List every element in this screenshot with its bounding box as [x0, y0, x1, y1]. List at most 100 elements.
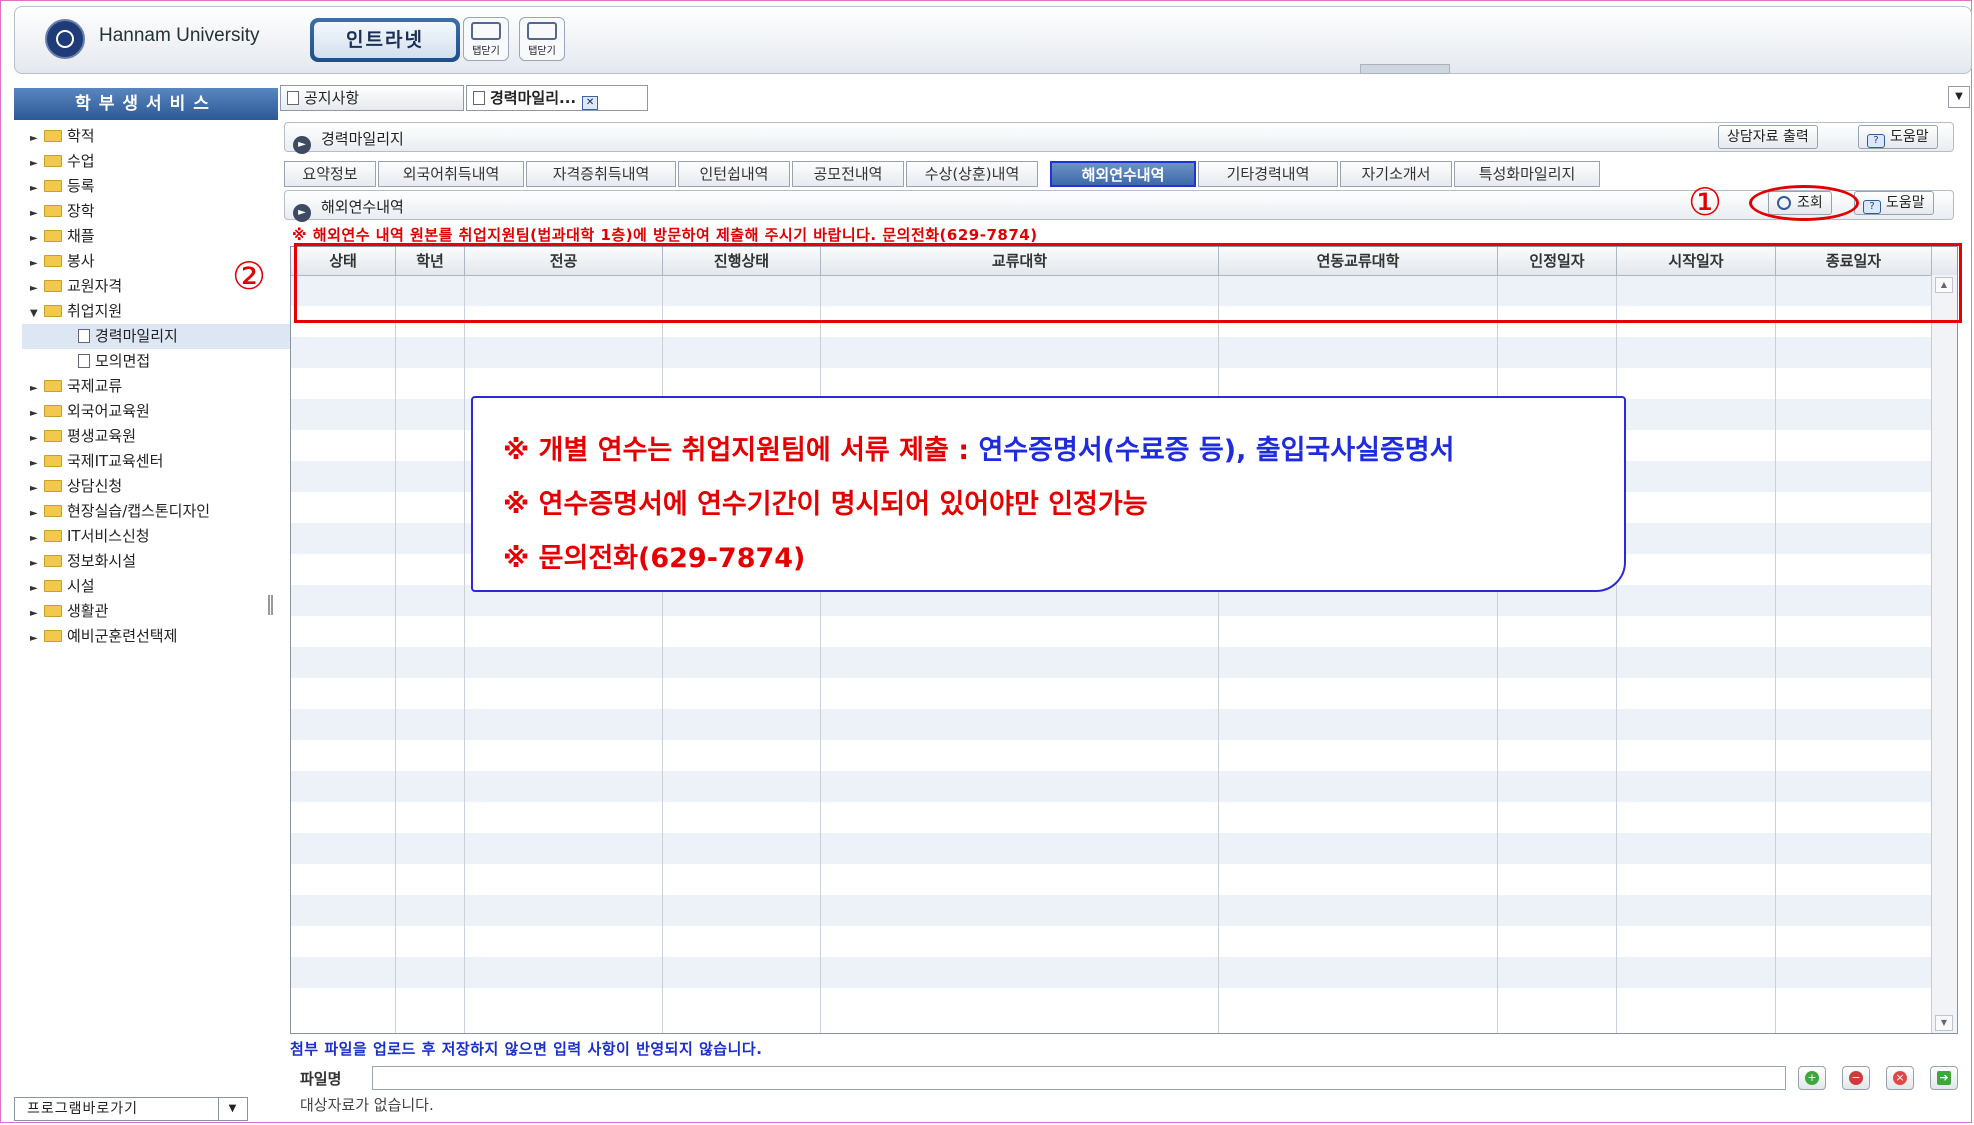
sidebar-item-academic[interactable]: ► 학적 — [30, 124, 280, 149]
page-icon — [78, 354, 90, 368]
download-file-button[interactable]: ➔ — [1930, 1066, 1958, 1090]
expand-arrow-icon: ► — [30, 558, 38, 569]
sidebar-item-intl-it-center[interactable]: ► 국제IT교육센터 — [30, 449, 280, 474]
tab-close-all-button[interactable]: 탭닫기 — [519, 17, 565, 61]
sidebar-resize-handle[interactable] — [268, 595, 273, 615]
scroll-down-icon[interactable]: ▼ — [1935, 1015, 1953, 1031]
sidebar-item-it-service[interactable]: ► IT서비스신청 — [30, 524, 280, 549]
tab-label: 공지사항 — [304, 89, 360, 107]
expand-arrow-icon: ► — [30, 133, 38, 144]
expand-arrow-icon: ► — [30, 633, 38, 644]
tab-list-dropdown[interactable]: ▼ — [1948, 86, 1970, 108]
grid-row-stripe — [291, 647, 1931, 678]
sidebar-item-label: 외국어교육원 — [67, 402, 150, 420]
subtab-other-career[interactable]: 기타경력내역 — [1198, 161, 1338, 187]
subtab-overseas-training[interactable]: 해외연수내역 — [1050, 161, 1196, 187]
folder-icon — [44, 480, 62, 492]
grid-row-stripe — [291, 771, 1931, 802]
university-logo-icon — [45, 19, 85, 59]
sidebar-item-scholarship[interactable]: ► 장학 — [30, 199, 280, 224]
delete-file-button[interactable]: × — [1886, 1066, 1914, 1090]
counsel-print-button[interactable]: 상담자료 출력 — [1718, 125, 1818, 149]
folder-icon — [44, 230, 62, 242]
sidebar-item-employment[interactable]: ▼ 취업지원 — [30, 299, 280, 324]
expand-arrow-icon: ► — [30, 258, 38, 269]
help-label: 도움말 — [1890, 129, 1929, 145]
expand-arrow-icon: ► — [30, 608, 38, 619]
folder-icon — [44, 280, 62, 292]
tab-close-label: 탭닫기 — [528, 46, 556, 57]
sidebar-item-lifelong-edu[interactable]: ► 평생교육원 — [30, 424, 280, 449]
folder-icon — [44, 405, 62, 417]
close-icon[interactable]: ✕ — [582, 96, 599, 110]
status-text: 대상자료가 없습니다. — [300, 1096, 434, 1114]
expand-arrow-icon: ► — [30, 233, 38, 244]
sidebar-item-label: 모의면접 — [95, 352, 151, 370]
sidebar-item-label: 상담신청 — [67, 477, 123, 495]
sidebar-item-dormitory[interactable]: ► 생활관 — [30, 599, 280, 624]
sidebar-item-intl-exchange[interactable]: ► 국제교류 — [30, 374, 280, 399]
sidebar-item-label: 국제교류 — [67, 377, 123, 395]
section-help-button[interactable]: ? 도움말 — [1854, 191, 1934, 215]
sidebar-item-language-center[interactable]: ► 외국어교육원 — [30, 399, 280, 424]
sidebar-item-facility[interactable]: ► 시설 — [30, 574, 280, 599]
panel-help-button[interactable]: ? 도움말 — [1858, 125, 1938, 149]
folder-icon — [44, 180, 62, 192]
arrow-right-icon: ➔ — [1937, 1071, 1951, 1085]
app-header: Hannam University 인트라넷 탭닫기 탭닫기 — [14, 6, 1972, 74]
expand-arrow-icon: ► — [30, 383, 38, 394]
sidebar-item-info-facility[interactable]: ► 정보화시설 — [30, 549, 280, 574]
program-shortcut-select[interactable]: 프로그램바로가기 ▼ — [14, 1097, 248, 1121]
help-label: 도움말 — [1886, 195, 1925, 211]
tab-career-mileage[interactable]: 경력마일리... ✕ — [466, 85, 648, 111]
subtab-language[interactable]: 외국어취득내역 — [378, 161, 524, 187]
sidebar-item-label: 예비군훈련선택제 — [67, 627, 178, 645]
sidebar-item-counseling[interactable]: ► 상담신청 — [30, 474, 280, 499]
folder-open-icon — [44, 305, 62, 317]
grid-vertical-scrollbar[interactable]: ▲ ▼ — [1931, 275, 1957, 1033]
callout-line-1: ※ 개별 연수는 취업지원팀에 서류 제출 : 연수증명서(수료증 등), 출입… — [503, 428, 1454, 467]
folder-icon — [44, 555, 62, 567]
sidebar-tree: ► 학적 ► 수업 ► 등록 ► 장학 ► 채플 ► 봉사 ► 교원자격 ▼ 취업지원 경력마일… — [22, 124, 318, 649]
sidebar-item-mock-interview[interactable]: 모의면접 — [30, 349, 280, 374]
folder-icon — [44, 580, 62, 592]
subtab-special-mileage[interactable]: 특성화마일리지 — [1454, 161, 1600, 187]
sidebar-item-class[interactable]: ► 수업 — [30, 149, 280, 174]
sidebar-item-chapel[interactable]: ► 채플 — [30, 224, 280, 249]
grid-row-stripe — [291, 895, 1931, 926]
instruction-callout: ※ 개별 연수는 취업지원팀에 서류 제출 : 연수증명서(수료증 등), 출입… — [471, 396, 1626, 592]
subtab-contest[interactable]: 공모전내역 — [792, 161, 904, 187]
expand-arrow-icon: ► — [30, 458, 38, 469]
submission-notice: ※ 해외연수 내역 원본를 취업지원팀(법과대학 1층)에 방문하여 제출해 주… — [292, 226, 1038, 244]
subtab-self-intro[interactable]: 자기소개서 — [1340, 161, 1452, 187]
tab-close-button[interactable]: 탭닫기 — [463, 17, 509, 61]
window-icon — [471, 22, 501, 40]
grid-col-divider — [662, 247, 663, 1033]
intranet-label: 인트라넷 — [314, 22, 456, 58]
expand-arrow-icon: ► — [30, 533, 38, 544]
upload-note: 첨부 파일을 업로드 후 저장하지 않으면 입력 사항이 반영되지 않습니다. — [290, 1040, 763, 1058]
sidebar-item-field-practice[interactable]: ► 현장실습/캡스톤디자인 — [30, 499, 280, 524]
tab-notice[interactable]: 공지사항 — [280, 85, 464, 111]
add-file-button[interactable]: + — [1798, 1066, 1826, 1090]
expand-arrow-icon: ► — [30, 183, 38, 194]
sidebar-item-reserve-training[interactable]: ► 예비군훈련선택제 — [30, 624, 280, 649]
sidebar-item-label: 국제IT교육센터 — [67, 452, 164, 470]
remove-file-button[interactable]: − — [1842, 1066, 1870, 1090]
callout-line-1-blue: 연수증명서(수료증 등), 출입국사실증명서 — [978, 435, 1455, 466]
subtab-certificate[interactable]: 자격증취득내역 — [526, 161, 676, 187]
intranet-button[interactable]: 인트라넷 — [310, 18, 460, 62]
sidebar-item-label: 장학 — [67, 202, 95, 220]
minus-icon: − — [1849, 1071, 1863, 1085]
page-icon — [473, 91, 485, 105]
arrow-circle-icon: ► — [293, 136, 311, 154]
sidebar-item-career-mileage[interactable]: 경력마일리지 — [22, 324, 318, 349]
folder-icon — [44, 205, 62, 217]
header-splitter-handle[interactable] — [1360, 64, 1450, 74]
sidebar-item-registration[interactable]: ► 등록 — [30, 174, 280, 199]
subtab-summary[interactable]: 요약정보 — [284, 161, 376, 187]
subtab-internship[interactable]: 인턴쉽내역 — [678, 161, 790, 187]
grid-col-divider — [820, 247, 821, 1033]
file-name-input[interactable] — [372, 1066, 1786, 1090]
subtab-award[interactable]: 수상(상훈)내역 — [906, 161, 1038, 187]
